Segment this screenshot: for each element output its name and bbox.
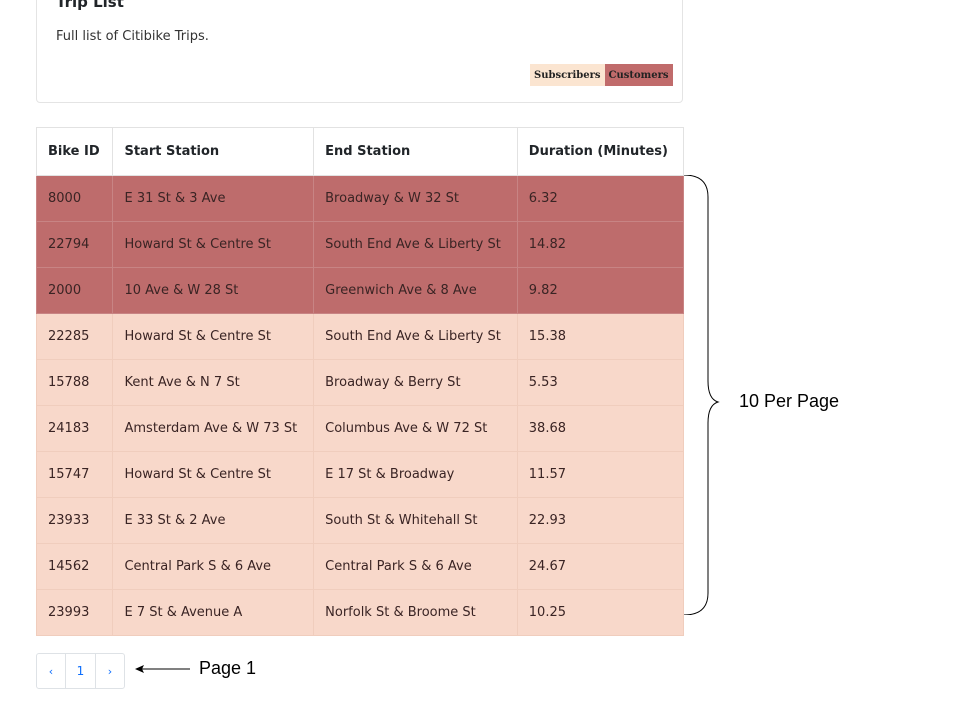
table-row: 22285 Howard St & Centre St South End Ave …: [35, 313, 685, 360]
cell-end-station: South St & Whitehall St: [313, 497, 518, 544]
cell-start-station: E 33 St & 2 Ave: [112, 497, 315, 544]
cell-duration: 24.67: [516, 543, 685, 590]
page-arrow-annotation: [135, 665, 190, 673]
cell-bike-id: 2000: [35, 267, 114, 314]
cell-start-station: 10 Ave & W 28 St: [112, 267, 315, 314]
cell-end-station: Central Park S & 6 Ave: [313, 543, 518, 590]
cell-start-station: E 31 St & 3 Ave: [112, 175, 315, 222]
cell-end-station: E 17 St & Broadway: [313, 451, 518, 498]
cell-bike-id: 22285: [35, 313, 114, 360]
card-subtitle: Full list of Citibike Trips.: [56, 29, 209, 44]
table-row: 8000 E 31 St & 3 Ave Broadway & W 32 St 6.3…: [35, 175, 685, 222]
cell-bike-id: 14562: [35, 543, 114, 590]
cell-start-station: Howard St & Centre St: [112, 451, 315, 498]
cell-duration: 15.38: [516, 313, 685, 360]
cell-bike-id: 23993: [35, 589, 114, 636]
card-title: Trip List: [56, 0, 124, 11]
brace-label: 10 Per Page: [739, 391, 840, 411]
table-row: 15747 Howard St & Centre St E 17 St & Broa…: [35, 451, 685, 498]
cell-start-station: Kent Ave & N 7 St: [112, 359, 315, 406]
page-annotation-label: Page 1: [199, 658, 257, 678]
table-row: 14562 Central Park S & 6 Ave Central Park …: [35, 543, 685, 590]
pagination: ‹ 1 ›: [36, 653, 125, 689]
cell-end-station: Broadway & Berry St: [313, 359, 518, 406]
table-row: 23933 E 33 St & 2 Ave South St & Whitehall…: [35, 497, 685, 544]
cell-end-station: South End Ave & Liberty St: [313, 313, 518, 360]
cell-start-station: Howard St & Centre St: [112, 221, 315, 268]
table-row: 22794 Howard St & Centre St South End Ave …: [35, 221, 685, 268]
header-start-station: Start Station: [112, 127, 315, 176]
cell-duration: 5.53: [516, 359, 685, 406]
table-row: 24183 Amsterdam Ave & W 73 St Columbus Ave…: [35, 405, 685, 452]
cell-bike-id: 23933: [35, 497, 114, 544]
cell-start-station: Central Park S & 6 Ave: [112, 543, 315, 590]
header-end-station: End Station: [313, 127, 518, 176]
cell-end-station: Columbus Ave & W 72 St: [313, 405, 518, 452]
cell-bike-id: 15747: [35, 451, 114, 498]
cell-end-station: South End Ave & Liberty St: [313, 221, 518, 268]
next-page-button[interactable]: ›: [96, 654, 124, 688]
table-row: 23993 E 7 St & Avenue A Norfolk St & Broom…: [35, 589, 685, 636]
cell-duration: 14.82: [516, 221, 685, 268]
cell-bike-id: 8000: [35, 175, 114, 222]
cell-duration: 9.82: [516, 267, 685, 314]
cell-start-station: E 7 St & Avenue A: [112, 589, 315, 636]
cell-end-station: Broadway & W 32 St: [313, 175, 518, 222]
header-duration: Duration (Minutes): [516, 127, 685, 176]
trip-table: Bike ID Start Station End Station Durati…: [35, 127, 685, 636]
legend-subscribers: Subscribers: [530, 64, 605, 86]
prev-page-button[interactable]: ‹: [37, 654, 66, 688]
header-bike-id: Bike ID: [35, 127, 114, 176]
table-header-row: Bike ID Start Station End Station Durati…: [35, 127, 685, 176]
legend-customers: Customers: [604, 64, 673, 86]
cell-duration: 22.93: [516, 497, 685, 544]
cell-start-station: Amsterdam Ave & W 73 St: [112, 405, 315, 452]
cell-duration: 10.25: [516, 589, 685, 636]
cell-bike-id: 24183: [35, 405, 114, 452]
table-body: 8000 E 31 St & 3 Ave Broadway & W 32 St 6.3…: [35, 175, 685, 636]
cell-bike-id: 22794: [35, 221, 114, 268]
trip-list-card: Trip List Full list of Citibike Trips. S…: [36, 0, 683, 103]
cell-end-station: Norfolk St & Broome St: [313, 589, 518, 636]
cell-bike-id: 15788: [35, 359, 114, 406]
user-type-legend: Subscribers Customers: [530, 64, 673, 86]
cell-start-station: Howard St & Centre St: [112, 313, 315, 360]
cell-end-station: Greenwich Ave & 8 Ave: [313, 267, 518, 314]
table-row: 15788 Kent Ave & N 7 St Broadway & Berry S…: [35, 359, 685, 406]
table-row: 2000 10 Ave & W 28 St Greenwich Ave & 8 Av…: [35, 267, 685, 314]
page-1-button[interactable]: 1: [66, 654, 96, 688]
right-brace-annotation: [684, 175, 720, 615]
cell-duration: 38.68: [516, 405, 685, 452]
cell-duration: 11.57: [516, 451, 685, 498]
cell-duration: 6.32: [516, 175, 685, 222]
